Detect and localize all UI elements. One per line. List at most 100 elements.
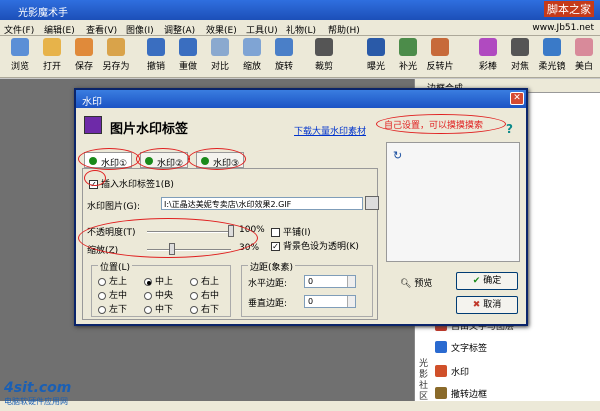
position-top-right[interactable]: 右上 xyxy=(190,274,219,287)
menu-edit[interactable]: 编辑(E) xyxy=(44,23,75,36)
frame-item[interactable]: 撒转边框 xyxy=(451,387,487,400)
transparent-bg-checkbox[interactable]: ✓ 背景色设为透明(K) xyxy=(271,239,359,252)
crop-icon xyxy=(315,38,333,56)
menu-file[interactable]: 文件(F) xyxy=(4,23,34,36)
reversal-film-button[interactable]: 反转片 xyxy=(422,38,458,72)
spin-arrows-icon[interactable] xyxy=(347,276,355,287)
fill-light-button[interactable]: 补光 xyxy=(390,38,426,72)
position-bottom-left[interactable]: 左下 xyxy=(98,302,127,315)
insert-watermark-checkbox[interactable]: ✓ 插入水印标签1(B) xyxy=(89,177,174,190)
menu-bar: 文件(F) 编辑(E) 查看(V) 图像(I) 调整(A) 效果(E) 工具(U… xyxy=(0,20,600,36)
watermark-settings-panel: ✓ 插入水印标签1(B) 水印图片(G): I:\正晶达美妮专卖店\水印效果2.G… xyxy=(82,168,379,320)
watermark-preview: ↻ xyxy=(386,142,520,262)
v-margin-label: 垂直边距: xyxy=(248,299,288,309)
scale-label: 缩放(Z) xyxy=(87,246,119,256)
menu-effect[interactable]: 效果(E) xyxy=(206,23,237,36)
green-dot-icon xyxy=(89,157,97,165)
position-top-center[interactable]: 中上 xyxy=(144,274,173,287)
tab-watermark-2[interactable]: 水印② xyxy=(140,152,189,169)
compare-icon xyxy=(211,38,229,56)
menu-gift[interactable]: 礼物(L) xyxy=(286,23,316,36)
position-top-left[interactable]: 左上 xyxy=(98,274,127,287)
help-icon[interactable]: ? xyxy=(506,122,513,136)
scale-slider-thumb[interactable] xyxy=(169,243,176,255)
position-center[interactable]: 中央 xyxy=(144,288,173,301)
menu-adjust[interactable]: 调整(A) xyxy=(164,23,195,36)
whitening-icon xyxy=(575,38,593,56)
soft-light-button[interactable]: 柔光镜 xyxy=(534,38,570,72)
main-toolbar: 浏览 打开 保存 另存为 撤销 重做 对比 缩放 旋转 裁剪 曝光 补光 反转片… xyxy=(0,36,600,78)
tab-watermark-3[interactable]: 水印③ xyxy=(196,152,245,169)
opacity-slider-thumb[interactable] xyxy=(228,225,234,237)
watermark-dialog: 水印 ✕ 图片水印标签 下载大量水印素材 自己设置，可以摸摸摸索 ? 水印① 水… xyxy=(74,88,528,326)
close-icon[interactable]: ✕ xyxy=(510,92,524,105)
check-icon: ✔ xyxy=(472,276,481,286)
opacity-slider-track[interactable] xyxy=(147,231,231,233)
app-title: 光影魔术手 xyxy=(18,8,68,19)
rotate-button[interactable]: 旋转 xyxy=(266,38,302,72)
site-badge: 脚本之家 xyxy=(544,1,594,17)
community-side-label[interactable]: 光影社区 xyxy=(419,359,435,403)
frame-icon xyxy=(435,387,447,399)
tile-checkbox[interactable]: 平铺(I) xyxy=(271,225,311,238)
redo-icon xyxy=(179,38,197,56)
logo-brand: 4sit.com xyxy=(4,380,72,396)
green-dot-icon xyxy=(145,157,153,165)
cancel-button[interactable]: ✖ 取消 xyxy=(456,296,518,314)
color-stick-icon xyxy=(479,38,497,56)
opacity-value: 100% xyxy=(239,225,265,235)
zoom-button[interactable]: 缩放 xyxy=(234,38,270,72)
save-as-button[interactable]: 另存为 xyxy=(98,38,134,72)
position-bottom-right[interactable]: 右下 xyxy=(190,302,219,315)
menu-help[interactable]: 帮助(H) xyxy=(328,23,360,36)
zoom-icon xyxy=(243,38,261,56)
spin-arrows-icon[interactable] xyxy=(347,296,355,307)
h-margin-input[interactable]: 0 xyxy=(304,275,356,288)
watermark-icon xyxy=(435,365,447,377)
crop-button[interactable]: 裁剪 xyxy=(306,38,342,72)
rotate-icon xyxy=(275,38,293,56)
v-margin-input[interactable]: 0 xyxy=(304,295,356,308)
tab-watermark-1[interactable]: 水印① xyxy=(84,152,133,169)
menu-tools[interactable]: 工具(U) xyxy=(246,23,278,36)
exposure-button[interactable]: 曝光 xyxy=(358,38,394,72)
download-watermark-link[interactable]: 下载大量水印素材 xyxy=(294,124,366,137)
browse-folder-icon[interactable] xyxy=(365,196,379,210)
folder-icon xyxy=(43,38,61,56)
color-stick-button[interactable]: 彩棒 xyxy=(470,38,506,72)
focus-icon xyxy=(511,38,529,56)
position-bottom-center[interactable]: 中下 xyxy=(144,302,173,315)
preview-button[interactable]: 🔍︎ 预览 xyxy=(400,276,432,289)
cross-icon: ✖ xyxy=(472,300,481,310)
checkbox-checked[interactable]: ✓ xyxy=(89,180,98,189)
save-icon xyxy=(75,38,93,56)
red-annotation: 自己设置，可以摸摸摸索 xyxy=(384,121,484,131)
watermark-image-path[interactable]: I:\正晶达美妮专卖店\水印效果2.GIF xyxy=(161,197,363,210)
browse-icon xyxy=(11,38,29,56)
scale-slider-track[interactable] xyxy=(147,249,231,251)
open-button[interactable]: 打开 xyxy=(34,38,70,72)
menu-image[interactable]: 图像(I) xyxy=(126,23,154,36)
whitening-button[interactable]: 美白 xyxy=(566,38,600,72)
save-button[interactable]: 保存 xyxy=(66,38,102,72)
film-icon xyxy=(431,38,449,56)
app-titlebar: 光影魔术手 脚本之家 xyxy=(0,0,600,20)
menu-view[interactable]: 查看(V) xyxy=(86,23,117,36)
focus-button[interactable]: 对焦 xyxy=(502,38,538,72)
redo-button[interactable]: 重做 xyxy=(170,38,206,72)
position-label: 位置(L) xyxy=(98,260,133,273)
text-label-item[interactable]: 文字标签 xyxy=(451,341,487,354)
watermark-heading-icon xyxy=(84,116,102,134)
compare-button[interactable]: 对比 xyxy=(202,38,238,72)
dialog-titlebar[interactable]: 水印 ✕ xyxy=(76,90,526,108)
watermark-item[interactable]: 水印 xyxy=(451,365,469,378)
text-label-icon xyxy=(435,341,447,353)
fill-light-icon xyxy=(399,38,417,56)
position-middle-right[interactable]: 右中 xyxy=(190,288,219,301)
undo-button[interactable]: 撤销 xyxy=(138,38,174,72)
green-dot-icon xyxy=(201,157,209,165)
browse-button[interactable]: 浏览 xyxy=(2,38,38,72)
dialog-title: 水印 xyxy=(82,97,102,108)
position-middle-left[interactable]: 左中 xyxy=(98,288,127,301)
ok-button[interactable]: ✔ 确定 xyxy=(456,272,518,290)
